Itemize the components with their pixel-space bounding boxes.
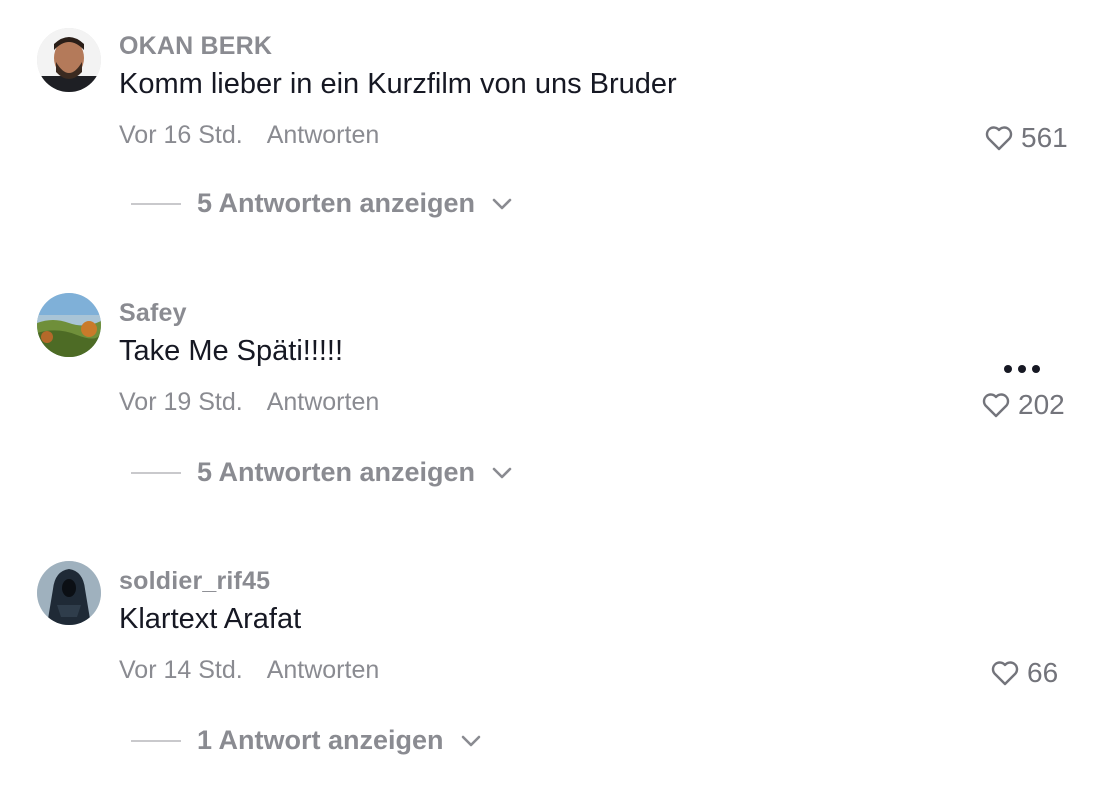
like-count: 66 [1027, 657, 1059, 688]
view-replies-button[interactable]: 5 Antworten anzeigen [131, 457, 513, 488]
avatar[interactable] [37, 28, 101, 92]
like-count: 202 [1018, 389, 1065, 420]
man-portrait-avatar [37, 28, 101, 92]
comment-text: Take Me Späti!!!!! [119, 335, 344, 367]
timestamp: Vor 19 Std. [119, 388, 243, 416]
reply-button[interactable]: Antworten [267, 656, 380, 684]
landscape-avatar [37, 293, 101, 357]
more-horizontal-icon [1004, 365, 1012, 373]
more-dot [1018, 365, 1026, 373]
username[interactable]: OKAN BERK [119, 32, 272, 61]
view-replies-button[interactable]: 1 Antwort anzeigen [131, 725, 482, 756]
like-button[interactable]: 66 [991, 657, 1058, 689]
reply-button[interactable]: Antworten [267, 388, 380, 416]
chevron-down-icon [461, 735, 480, 746]
avatar[interactable] [37, 561, 101, 625]
chevron-down-icon [492, 198, 512, 209]
username[interactable]: soldier_rif45 [119, 567, 270, 596]
comment-text: Komm lieber in ein Kurzfilm von uns Brud… [119, 68, 677, 100]
comment-meta: Vor 16 Std. Antworten [119, 121, 379, 150]
view-replies-label: 5 Antworten anzeigen [197, 457, 476, 487]
heart-outline-icon [982, 393, 1010, 418]
view-replies-label: 5 Antworten anzeigen [197, 188, 476, 218]
view-replies-label: 1 Antwort anzeigen [197, 725, 444, 755]
comment-item: OKAN BERK Komm lieber in ein Kurzfilm vo… [0, 28, 1100, 268]
divider-line [131, 202, 181, 205]
comment-meta: Vor 19 Std. Antworten [119, 388, 379, 417]
comment-item: Safey Take Me Späti!!!!! Vor 19 Std. Antw… [0, 293, 1100, 535]
comment-item: soldier_rif45 Klartext Arafat Vor 14 Std… [0, 561, 1100, 803]
divider-line [131, 739, 181, 742]
divider-line [131, 471, 181, 474]
timestamp: Vor 14 Std. [119, 656, 243, 684]
comment-text: Klartext Arafat [119, 603, 302, 635]
timestamp: Vor 16 Std. [119, 121, 243, 149]
view-replies-button[interactable]: 5 Antworten anzeigen [131, 188, 513, 219]
like-button[interactable]: 202 [982, 389, 1065, 421]
reply-button[interactable]: Antworten [267, 121, 380, 149]
more-options-button[interactable] [1004, 365, 1040, 373]
chevron-down-icon [492, 467, 512, 478]
username[interactable]: Safey [119, 299, 187, 328]
avatar[interactable] [37, 293, 101, 357]
comment-meta: Vor 14 Std. Antworten [119, 656, 379, 685]
heart-outline-icon [991, 661, 1019, 686]
hooded-figure-avatar [37, 561, 101, 625]
more-dot [1032, 365, 1040, 373]
like-count: 561 [1021, 122, 1068, 153]
heart-outline-icon [985, 126, 1013, 151]
like-button[interactable]: 561 [985, 122, 1068, 154]
